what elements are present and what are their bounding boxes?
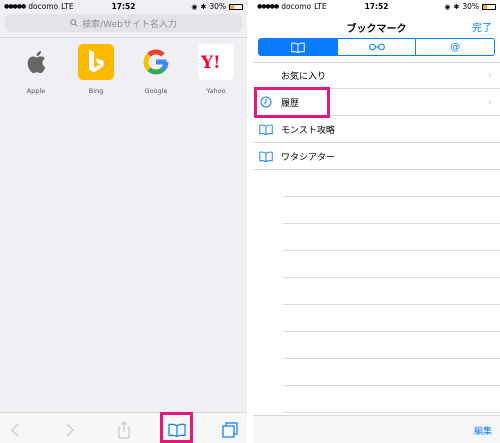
favorite-bing[interactable]: Bing [73,44,119,95]
empty-row [283,359,500,386]
bookmark-book-icon [259,122,273,136]
lock-rotation-icon: ◉ [444,2,451,11]
apple-logo-icon [18,44,54,80]
search-icon [70,19,78,27]
forward-icon[interactable] [59,419,81,441]
favorites-grid: Apple Bing Google Y! Yahoo [13,44,239,95]
svg-text:Y!: Y! [200,53,221,72]
list-item-label: お気に入り [281,71,327,82]
segment-shared-links[interactable]: @ [415,39,494,55]
list-item-label: ワタシアター [281,152,336,163]
list-item-bookmark[interactable]: ワタシアター [253,143,500,170]
bookmarks-icon [291,42,305,53]
divider [0,37,247,38]
favorite-label: Yahoo [206,87,226,95]
bluetooth-icon: ✱ [453,2,460,11]
empty-row [283,386,500,413]
bookmarks-toolbar: 編集 [253,415,500,443]
bookmarks-screen: ●●●●● docomo LTE 17:52 ◉ ✱ 30% ブックマーク 完了 [253,0,500,443]
back-icon[interactable] [4,419,26,441]
battery-percent: 30% [462,2,479,11]
battery-percent: 30% [209,2,226,11]
yahoo-logo-icon: Y! [198,44,234,80]
bing-logo-icon [78,44,114,80]
favorite-google[interactable]: Google [133,44,179,95]
safari-start-screen: ●●●●● docomo LTE 17:52 ◉ ✱ 30% 検索/Webサイト… [0,0,247,443]
empty-row [283,278,500,305]
status-bar: ●●●●● docomo LTE 17:52 ◉ ✱ 30% [253,0,500,12]
list-item-bookmark[interactable]: モンスト攻略 [253,116,500,143]
favorite-apple[interactable]: Apple [13,44,59,95]
favorite-label: Bing [88,87,104,95]
google-logo-icon [138,44,174,80]
favorite-label: Google [144,87,168,95]
shared-links-icon: @ [450,41,461,53]
edit-button[interactable]: 編集 [474,424,492,437]
history-row-highlight [254,87,330,118]
list-item-label: モンスト攻略 [281,125,335,136]
safari-toolbar [0,412,247,443]
done-button[interactable]: 完了 [472,19,492,34]
chevron-right-icon: › [488,69,492,81]
list-item-favorites[interactable]: お気に入り › [253,62,500,89]
empty-row [283,332,500,359]
empty-row [283,251,500,278]
chevron-right-icon: › [488,96,492,108]
share-icon[interactable] [113,419,135,441]
address-placeholder: 検索/Webサイト名入力 [82,19,177,30]
segment-reading-list[interactable] [336,39,416,55]
battery-icon [229,3,243,10]
page-title: ブックマーク [346,24,407,35]
empty-row [283,224,500,251]
reading-list-icon [368,43,385,51]
bookmark-book-icon [259,149,273,163]
bluetooth-icon: ✱ [200,2,207,11]
empty-row [283,305,500,332]
favorite-yahoo[interactable]: Y! Yahoo [193,44,239,95]
empty-row [283,170,500,197]
favorite-label: Apple [26,87,46,95]
segment-bookmarks[interactable] [259,39,337,55]
address-bar[interactable]: 検索/Webサイト名入力 [5,14,242,32]
bookmarks-button-highlight [160,412,193,443]
segmented-control: @ [258,38,495,56]
lock-rotation-icon: ◉ [191,2,198,11]
empty-row [283,197,500,224]
battery-icon [482,3,496,10]
tabs-icon[interactable] [219,419,241,441]
status-bar: ●●●●● docomo LTE 17:52 ◉ ✱ 30% [0,0,247,12]
